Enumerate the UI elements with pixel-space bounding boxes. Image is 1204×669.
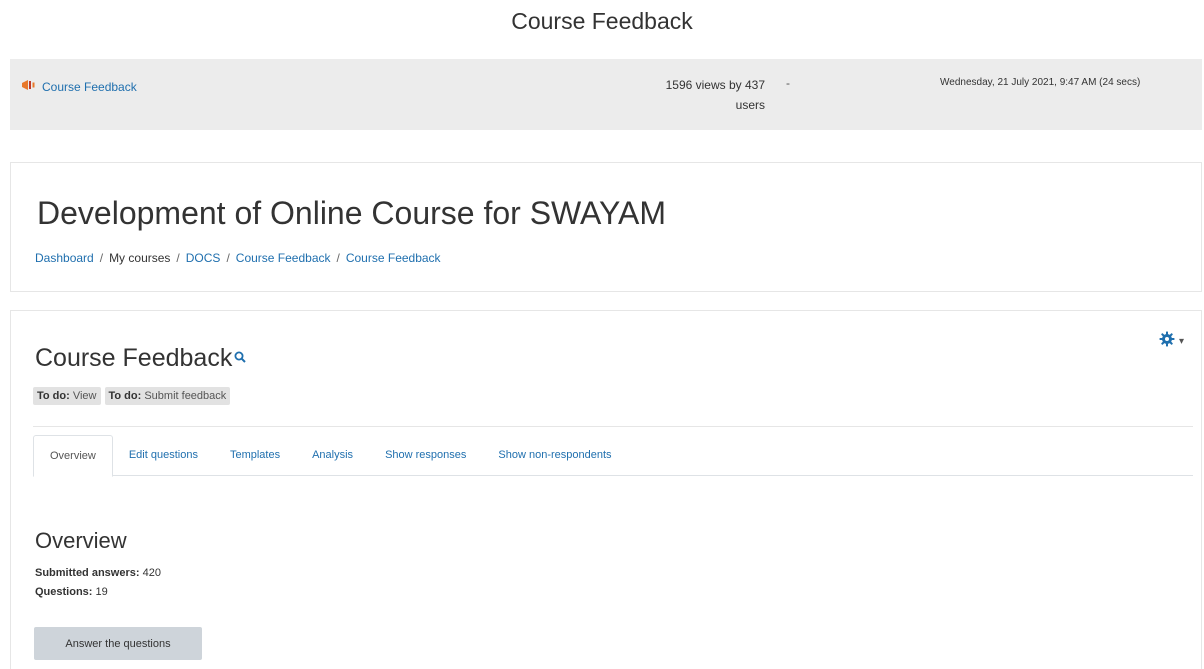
activity-title: Course Feedback: [35, 341, 247, 373]
tab-analysis[interactable]: Analysis: [296, 435, 369, 476]
todo-badge-submit: To do: Submit feedback: [104, 387, 231, 405]
tab-overview[interactable]: Overview: [33, 435, 113, 477]
activity-log-bar: Course Feedback 1596 views by 437 users …: [10, 59, 1202, 130]
submitted-answers-value: 420: [142, 567, 161, 579]
overview-heading: Overview: [35, 528, 127, 553]
breadcrumb-separator: /: [336, 251, 340, 265]
tab-show-non-respondents[interactable]: Show non-respondents: [482, 435, 627, 476]
breadcrumb-docs[interactable]: DOCS: [186, 251, 221, 265]
todo-prefix: To do:: [37, 390, 70, 402]
actions-menu-button[interactable]: ▾: [1159, 331, 1184, 352]
submitted-answers-label: Submitted answers:: [35, 567, 140, 579]
views-line-1: 1596 views by 437: [665, 78, 765, 92]
views-count: 1596 views by 437 users: [620, 75, 765, 115]
breadcrumb-dashboard[interactable]: Dashboard: [35, 251, 94, 265]
log-activity-link[interactable]: Course Feedback: [42, 80, 137, 94]
questions-label: Questions:: [35, 586, 93, 598]
page-top-title: Course Feedback: [511, 8, 693, 34]
chevron-down-icon: ▾: [1179, 336, 1185, 347]
breadcrumb-course-feedback-activity[interactable]: Course Feedback: [346, 251, 441, 265]
main-content: ▾ Course Feedback To do: View To do: Sub…: [10, 310, 1202, 669]
todo-text: View: [72, 390, 97, 402]
breadcrumb-separator: /: [226, 251, 230, 265]
questions-value: 19: [95, 586, 108, 598]
search-icon[interactable]: [234, 341, 247, 370]
page-header: Development of Online Course for SWAYAM …: [10, 162, 1202, 292]
views-line-2: users: [735, 98, 765, 112]
tab-bar: Overview Edit questions Templates Analys…: [33, 435, 1193, 477]
breadcrumb-separator: /: [176, 251, 180, 265]
questions-count: Questions: 19: [35, 586, 108, 598]
log-separator: -: [786, 76, 790, 90]
last-access-date: Wednesday, 21 July 2021, 9:47 AM (24 sec…: [940, 77, 1141, 88]
todo-text: Submit feedback: [144, 390, 227, 402]
activity-title-text: Course Feedback: [35, 344, 233, 372]
breadcrumb-separator: /: [99, 251, 104, 265]
breadcrumb-course-feedback-section[interactable]: Course Feedback: [236, 251, 331, 265]
feedback-megaphone-icon: [20, 78, 36, 95]
gear-icon: [1159, 331, 1175, 352]
submitted-answers: Submitted answers: 420: [35, 567, 161, 579]
answer-questions-button[interactable]: Answer the questions: [34, 627, 202, 660]
todo-prefix: To do:: [108, 390, 142, 402]
breadcrumb-my-courses: My courses: [109, 251, 171, 265]
completion-badges: To do: View To do: Submit feedback: [33, 387, 231, 405]
divider: [33, 426, 1193, 427]
log-activity: Course Feedback: [20, 78, 137, 95]
tab-templates[interactable]: Templates: [214, 435, 296, 476]
breadcrumb: Dashboard / My courses / DOCS / Course Feedbac…: [35, 251, 441, 265]
tab-show-responses[interactable]: Show responses: [369, 435, 482, 476]
tab-edit-questions[interactable]: Edit questions: [113, 435, 214, 476]
todo-badge-view: To do: View: [33, 387, 101, 405]
course-title: Development of Online Course for SWAYAM: [37, 195, 666, 231]
